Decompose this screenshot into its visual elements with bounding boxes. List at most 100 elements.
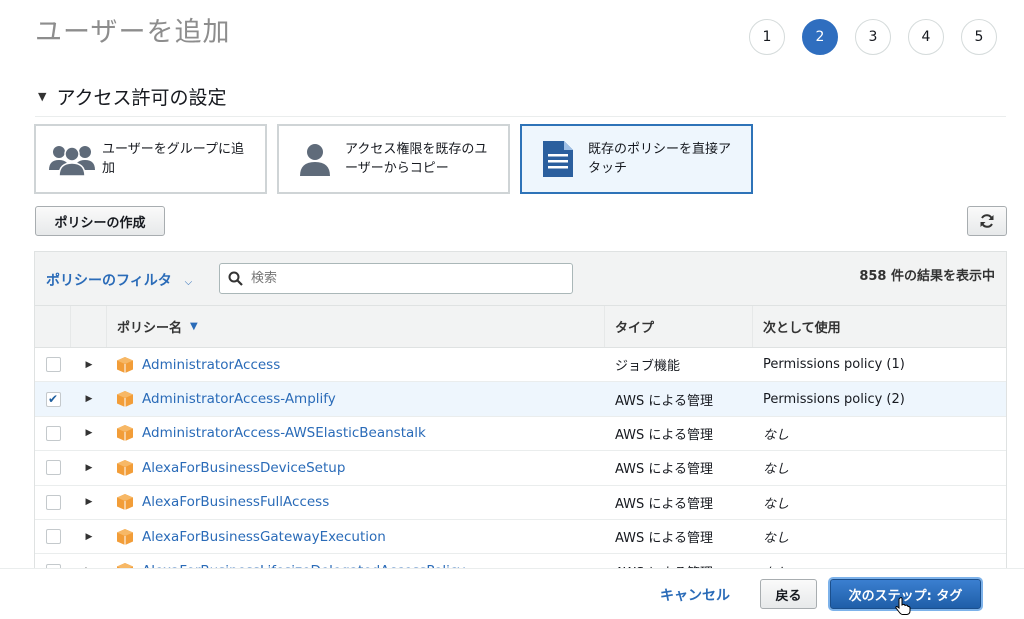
create-policy-button[interactable]: ポリシーの作成	[35, 206, 165, 236]
row-type-cell: AWS による管理	[615, 427, 714, 443]
row-checkbox[interactable]	[45, 494, 61, 510]
option-label: アクセス権限を既存のユーザーからコピー	[345, 142, 488, 176]
row-type-cell: AWS による管理	[615, 496, 714, 512]
document-icon	[534, 135, 582, 183]
row-used-as-cell: なし	[763, 462, 790, 478]
row-used-as-cell: Permissions policy (2)	[763, 391, 905, 407]
row-checkbox[interactable]	[45, 529, 61, 545]
back-button[interactable]: 戻る	[760, 579, 817, 609]
refresh-button[interactable]	[967, 206, 1007, 236]
row-checkbox[interactable]	[45, 357, 61, 373]
option-add-to-group[interactable]: ユーザーをグループに追加	[34, 124, 267, 194]
policy-name-link[interactable]: AlexaForBusinessGatewayExecution	[142, 529, 386, 545]
permission-options: ユーザーをグループに追加 アクセス権限を既存のユーザーからコピー 既存のポリシー…	[34, 124, 763, 194]
row-used-as-cell: なし	[763, 531, 790, 547]
cancel-link[interactable]: キャンセル	[660, 585, 730, 605]
row-select-cell	[35, 451, 71, 484]
expand-triangle-icon[interactable]: ▶	[86, 463, 93, 473]
header-policy-name-label: ポリシー名	[117, 321, 183, 336]
single-user-icon	[291, 135, 339, 183]
policy-table: ポリシーのフィルタ ⌵ 858 件の結果を表示中 ポリシー名 ▼ タイプ 次とし…	[34, 251, 1007, 573]
option-label: 既存のポリシーを直接アタッチ	[588, 142, 732, 176]
option-attach-policies[interactable]: 既存のポリシーを直接アタッチ	[520, 124, 753, 194]
option-label: ユーザーをグループに追加	[102, 142, 244, 176]
row-type-cell: AWS による管理	[615, 393, 714, 409]
header-used-as[interactable]: 次として使用	[753, 306, 1006, 347]
search-input[interactable]	[249, 270, 564, 287]
package-icon	[117, 356, 133, 373]
policy-name-link[interactable]: AdministratorAccess-AWSElasticBeanstalk	[142, 425, 426, 441]
step-2[interactable]: 2	[802, 19, 838, 55]
table-body: ▶ AdministratorAccess ジョブ機能 Permissions pol…	[35, 348, 1006, 572]
refresh-icon	[980, 214, 994, 228]
row-select-cell: ✔	[35, 382, 71, 415]
row-checkbox[interactable]: ✔	[45, 391, 61, 407]
table-row[interactable]: ▶ AdministratorAccess ジョブ機能 Permissions pol…	[35, 348, 1006, 383]
package-icon	[117, 459, 133, 476]
section-header[interactable]: ▼ アクセス許可の設定	[38, 83, 227, 110]
row-name-cell: AlexaForBusinessDeviceSetup	[107, 451, 605, 484]
row-name-cell: AlexaForBusinessFullAccess	[107, 486, 605, 519]
row-used-as-cell: Permissions policy (1)	[763, 357, 905, 373]
policy-name-link[interactable]: AdministratorAccess-Amplify	[142, 391, 336, 407]
table-row[interactable]: ▶ AlexaForBusinessGatewayExecution AWS による…	[35, 519, 1006, 555]
row-name-cell: AdministratorAccess-Amplify	[107, 382, 605, 415]
expand-triangle-icon[interactable]: ▶	[86, 497, 93, 507]
policy-filter-label: ポリシーのフィルタ	[46, 273, 172, 289]
page-title: ユーザーを追加	[35, 17, 231, 48]
package-icon	[117, 528, 133, 545]
row-select-cell	[35, 520, 71, 553]
table-header: ポリシー名 ▼ タイプ 次として使用	[35, 306, 1006, 348]
result-count: 858 件の結果を表示中	[859, 269, 995, 284]
step-4[interactable]: 4	[908, 19, 944, 55]
search-box[interactable]	[219, 263, 573, 294]
policy-name-link[interactable]: AlexaForBusinessFullAccess	[142, 494, 329, 510]
row-used-as-cell: なし	[763, 496, 790, 512]
step-5[interactable]: 5	[961, 19, 997, 55]
row-type-cell: ジョブ機能	[615, 359, 681, 375]
group-users-icon	[48, 135, 96, 183]
chevron-down-icon: ⌵	[184, 277, 193, 288]
header-policy-name[interactable]: ポリシー名 ▼	[107, 306, 605, 347]
expand-triangle-icon[interactable]: ▶	[86, 360, 93, 370]
header-type[interactable]: タイプ	[605, 306, 753, 347]
policy-name-link[interactable]: AlexaForBusinessDeviceSetup	[142, 460, 345, 476]
section-divider	[35, 116, 1006, 117]
policy-filter-dropdown[interactable]: ポリシーのフィルタ ⌵	[46, 270, 192, 290]
step-1[interactable]: 1	[749, 19, 785, 55]
section-title: アクセス許可の設定	[56, 87, 227, 109]
table-toolbar: ポリシーのフィルタ ⌵ 858 件の結果を表示中	[35, 252, 1006, 306]
table-row[interactable]: ✔ ▶ AdministratorAccess-Amplify AWS による管理 Pe…	[35, 382, 1006, 417]
row-expand-cell: ▶	[71, 417, 107, 450]
row-type-cell: AWS による管理	[615, 462, 714, 478]
table-row[interactable]: ▶ AlexaForBusinessFullAccess AWS による管理 なし	[35, 485, 1006, 520]
table-row[interactable]: ▶ AdministratorAccess-AWSElasticBeanstalk…	[35, 416, 1006, 452]
row-expand-cell: ▶	[71, 348, 107, 381]
package-icon	[117, 425, 133, 442]
caret-down-icon: ▼	[38, 90, 47, 103]
row-expand-cell: ▶	[71, 520, 107, 553]
row-name-cell: AdministratorAccess	[107, 348, 605, 381]
row-checkbox[interactable]	[45, 460, 61, 476]
row-expand-cell: ▶	[71, 451, 107, 484]
search-icon	[228, 271, 243, 286]
expand-triangle-icon[interactable]: ▶	[86, 428, 93, 438]
step-indicator: 1 2 3 4 5	[749, 19, 1014, 55]
row-checkbox[interactable]	[45, 425, 61, 441]
option-copy-from-user[interactable]: アクセス権限を既存のユーザーからコピー	[277, 124, 510, 194]
policy-name-link[interactable]: AdministratorAccess	[142, 357, 280, 373]
row-select-cell	[35, 417, 71, 450]
header-expand-column	[71, 306, 107, 347]
sort-down-icon: ▼	[190, 321, 198, 332]
row-select-cell	[35, 348, 71, 381]
row-expand-cell: ▶	[71, 486, 107, 519]
table-row[interactable]: ▶ AlexaForBusinessDeviceSetup AWS による管理 なし	[35, 451, 1006, 486]
package-icon	[117, 391, 133, 408]
hand-cursor-icon	[895, 597, 911, 619]
expand-triangle-icon[interactable]: ▶	[86, 394, 93, 404]
wizard-footer: キャンセル 戻る 次のステップ: タグ	[0, 568, 1024, 615]
expand-triangle-icon[interactable]: ▶	[86, 532, 93, 542]
row-expand-cell: ▶	[71, 382, 107, 415]
row-select-cell	[35, 486, 71, 519]
step-3[interactable]: 3	[855, 19, 891, 55]
